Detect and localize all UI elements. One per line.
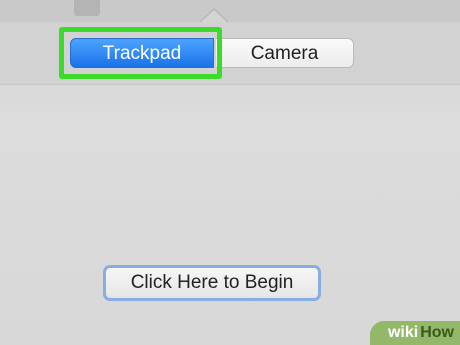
tab-camera[interactable]: Camera [216, 38, 354, 68]
popover-top-bar [0, 0, 460, 23]
click-here-to-begin-button[interactable]: Click Here to Begin [103, 265, 321, 301]
top-tab-nub [74, 0, 100, 16]
highlight-box [59, 27, 222, 79]
watermark-how: How [420, 321, 460, 345]
watermark-wiki: wiki [369, 321, 421, 345]
wikihow-watermark: wiki How [369, 320, 460, 345]
